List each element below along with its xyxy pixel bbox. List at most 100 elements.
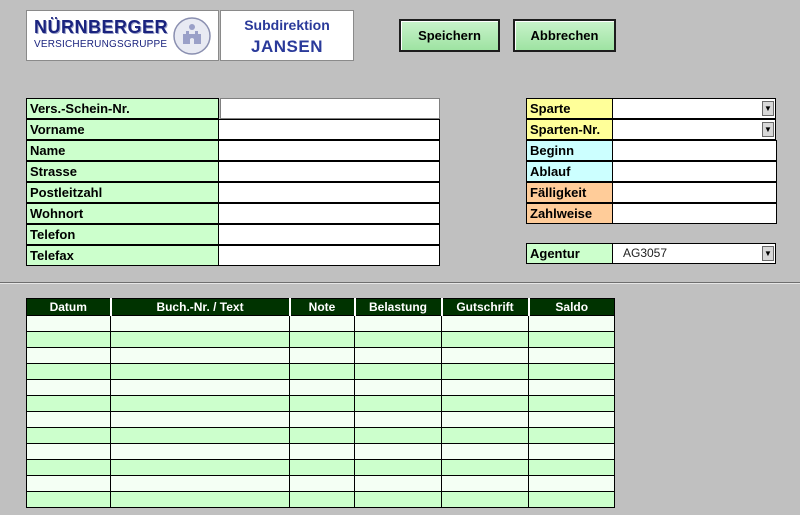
- table-cell[interactable]: [441, 459, 529, 476]
- table-cell[interactable]: [354, 363, 442, 380]
- contract-label: Fälligkeit: [526, 182, 613, 203]
- table-cell[interactable]: [289, 347, 355, 364]
- table-cell[interactable]: [441, 491, 529, 508]
- table-cell[interactable]: [441, 475, 529, 492]
- postleitzahl-input[interactable]: [219, 182, 440, 203]
- name-input[interactable]: [219, 140, 440, 161]
- table-cell[interactable]: [441, 411, 529, 428]
- table-cell[interactable]: [528, 491, 615, 508]
- table-cell[interactable]: [110, 443, 290, 460]
- save-button[interactable]: Speichern: [399, 19, 500, 52]
- table-cell[interactable]: [354, 395, 442, 412]
- table-cell[interactable]: [289, 443, 355, 460]
- dropdown-arrow-icon[interactable]: ▼: [762, 101, 774, 116]
- table-cell[interactable]: [110, 395, 290, 412]
- table-cell[interactable]: [289, 459, 355, 476]
- table-cell[interactable]: [528, 331, 615, 348]
- table-cell[interactable]: [528, 363, 615, 380]
- table-cell[interactable]: [354, 411, 442, 428]
- table-cell[interactable]: [26, 443, 111, 460]
- table-cell[interactable]: [528, 443, 615, 460]
- contract-row-sparte: Sparte ▼: [526, 98, 777, 119]
- table-cell[interactable]: [441, 315, 529, 332]
- table-cell[interactable]: [528, 315, 615, 332]
- table-cell[interactable]: [441, 443, 529, 460]
- wohnort-input[interactable]: [219, 203, 440, 224]
- table-cell[interactable]: [110, 347, 290, 364]
- table-cell[interactable]: [528, 347, 615, 364]
- table-cell[interactable]: [26, 427, 111, 444]
- table-cell[interactable]: [289, 491, 355, 508]
- table-cell[interactable]: [289, 395, 355, 412]
- table-cell[interactable]: [289, 411, 355, 428]
- table-cell[interactable]: [26, 347, 111, 364]
- dropdown-arrow-icon[interactable]: ▼: [762, 246, 774, 261]
- sparte-select[interactable]: ▼: [613, 98, 776, 119]
- table-cell[interactable]: [528, 379, 615, 396]
- table-cell[interactable]: [289, 363, 355, 380]
- table-cell[interactable]: [110, 491, 290, 508]
- table-cell[interactable]: [289, 379, 355, 396]
- table-cell[interactable]: [528, 395, 615, 412]
- table-cell[interactable]: [26, 379, 111, 396]
- table-cell[interactable]: [110, 427, 290, 444]
- table-cell[interactable]: [354, 315, 442, 332]
- table-cell[interactable]: [26, 395, 111, 412]
- telefon-input[interactable]: [219, 224, 440, 245]
- vers-schein-nr-input[interactable]: [220, 98, 440, 119]
- table-cell[interactable]: [110, 363, 290, 380]
- table-cell[interactable]: [441, 379, 529, 396]
- table-cell[interactable]: [441, 395, 529, 412]
- table-cell[interactable]: [354, 491, 442, 508]
- table-cell[interactable]: [110, 379, 290, 396]
- table-cell[interactable]: [26, 411, 111, 428]
- faelligkeit-input[interactable]: [613, 182, 777, 203]
- table-cell[interactable]: [354, 331, 442, 348]
- table-cell[interactable]: [26, 363, 111, 380]
- table-cell[interactable]: [441, 427, 529, 444]
- beginn-input[interactable]: [613, 140, 777, 161]
- table-cell[interactable]: [354, 443, 442, 460]
- dropdown-arrow-icon[interactable]: ▼: [762, 122, 774, 137]
- strasse-input[interactable]: [219, 161, 440, 182]
- table-cell[interactable]: [528, 427, 615, 444]
- table-cell[interactable]: [441, 363, 529, 380]
- table-cell[interactable]: [528, 475, 615, 492]
- cancel-button[interactable]: Abbrechen: [513, 19, 616, 52]
- table-cell[interactable]: [110, 411, 290, 428]
- table-row: [26, 363, 615, 380]
- field-row-vers-schein-nr: Vers.-Schein-Nr.: [26, 98, 440, 119]
- agentur-row: Agentur AG3057 ▼: [526, 243, 777, 264]
- vorname-input[interactable]: [219, 119, 440, 140]
- table-cell[interactable]: [110, 331, 290, 348]
- table-cell[interactable]: [289, 315, 355, 332]
- table-cell[interactable]: [26, 331, 111, 348]
- sparten-nr-select[interactable]: ▼: [613, 119, 776, 140]
- field-label: Strasse: [26, 161, 219, 182]
- table-cell[interactable]: [354, 459, 442, 476]
- table-cell[interactable]: [354, 379, 442, 396]
- agentur-select[interactable]: AG3057 ▼: [613, 243, 776, 264]
- table-cell[interactable]: [354, 475, 442, 492]
- zahlweise-input[interactable]: [613, 203, 777, 224]
- table-cell[interactable]: [110, 315, 290, 332]
- table-cell[interactable]: [26, 491, 111, 508]
- table-cell[interactable]: [110, 459, 290, 476]
- table-cell[interactable]: [289, 475, 355, 492]
- table-cell[interactable]: [289, 427, 355, 444]
- table-cell[interactable]: [441, 347, 529, 364]
- table-cell[interactable]: [441, 331, 529, 348]
- ablauf-input[interactable]: [613, 161, 777, 182]
- table-cell[interactable]: [528, 411, 615, 428]
- table-cell[interactable]: [26, 459, 111, 476]
- table-cell[interactable]: [354, 427, 442, 444]
- table-cell[interactable]: [26, 315, 111, 332]
- table-cell[interactable]: [354, 347, 442, 364]
- table-cell[interactable]: [110, 475, 290, 492]
- subdirektion-box: Subdirektion JANSEN: [220, 10, 354, 61]
- telefax-input[interactable]: [219, 245, 440, 266]
- table-cell[interactable]: [26, 475, 111, 492]
- table-cell[interactable]: [528, 459, 615, 476]
- logo-brand-text: NÜRNBERGER: [34, 17, 169, 37]
- table-cell[interactable]: [289, 331, 355, 348]
